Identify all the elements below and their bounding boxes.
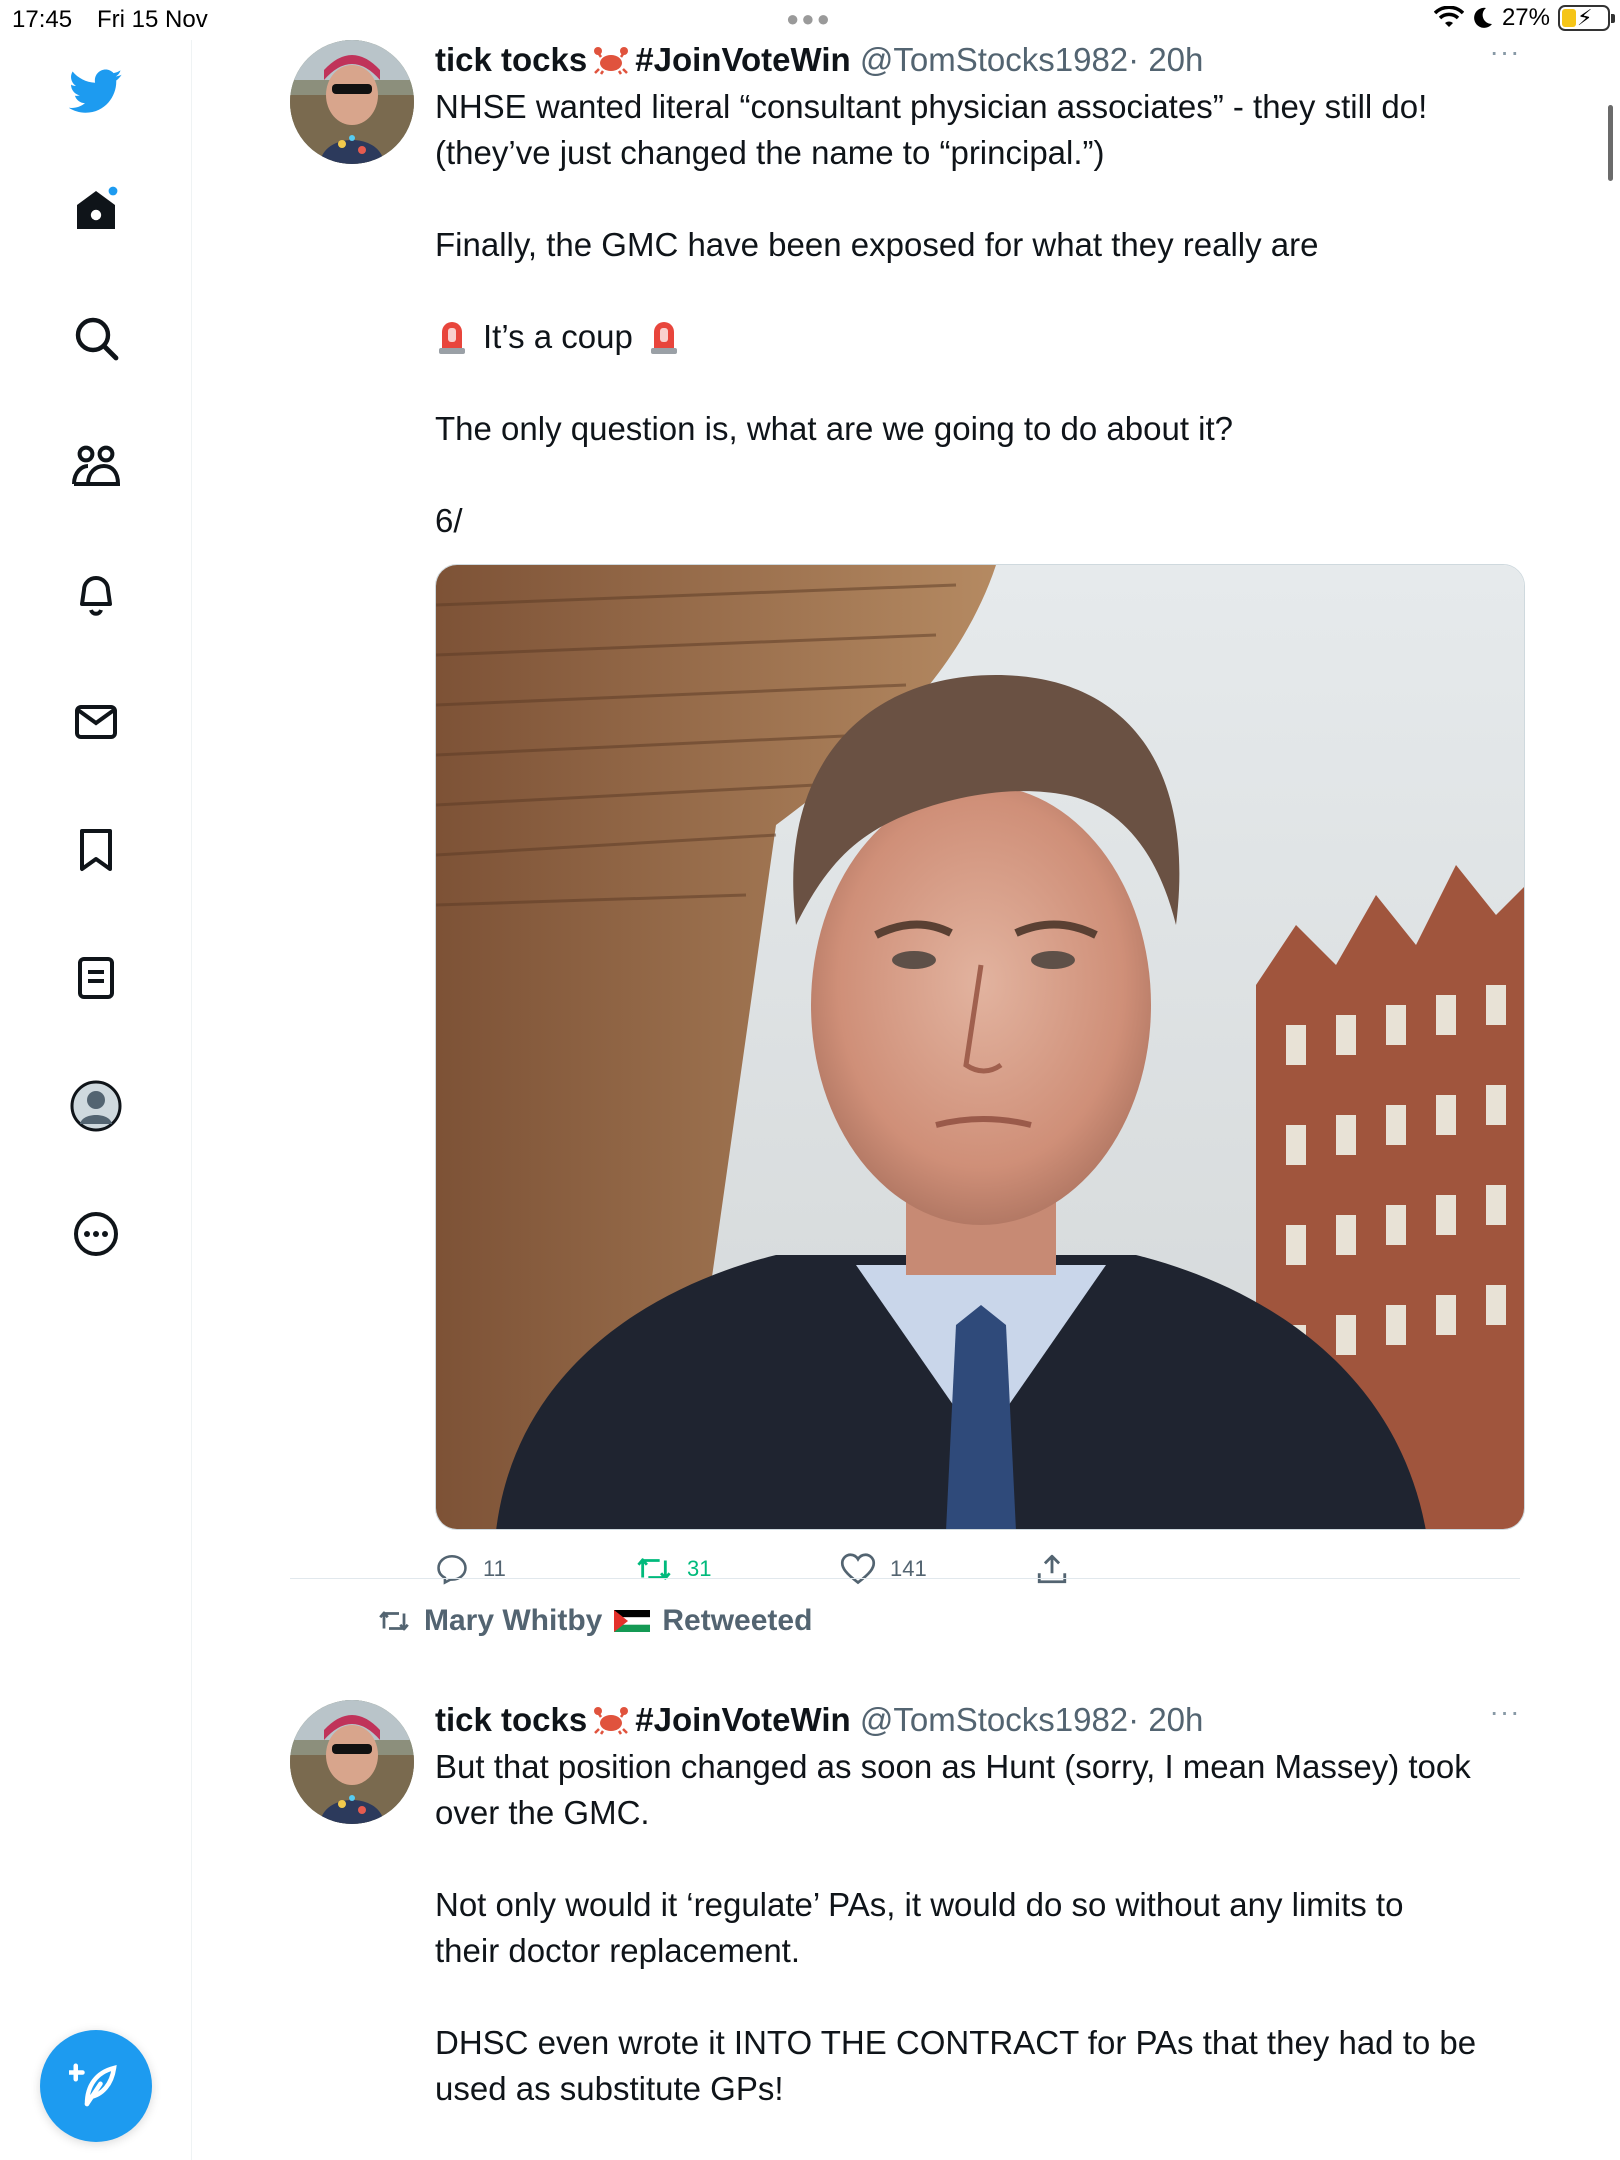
coup-text: It’s a coup bbox=[483, 318, 633, 355]
status-time: 17:45 bbox=[12, 6, 73, 33]
tweet-header: tick tocks #JoinVoteWin @TomStocks1982· 2… bbox=[435, 1700, 1525, 1740]
tweet-text-line: (they’ve just changed the name to “princ… bbox=[435, 134, 1105, 171]
notifications-bell-icon[interactable] bbox=[66, 564, 126, 624]
wifi-icon bbox=[1433, 6, 1464, 27]
tweet-text-line: NHSE wanted literal “consultant physicia… bbox=[435, 88, 1428, 125]
tweet-time[interactable]: · 20h bbox=[1128, 1701, 1203, 1738]
tweet-image[interactable] bbox=[435, 564, 1525, 1530]
author-hashtag[interactable]: #JoinVoteWin bbox=[635, 41, 850, 78]
tweet-text-line: their doctor replacement. bbox=[435, 1932, 801, 1969]
retweeted-by-line[interactable]: Mary Whitby Retweeted bbox=[376, 1604, 812, 1638]
author-name[interactable]: tick tocks bbox=[435, 41, 587, 78]
lists-icon[interactable] bbox=[66, 948, 126, 1008]
search-icon[interactable] bbox=[66, 308, 126, 368]
bookmark-icon[interactable] bbox=[66, 820, 126, 880]
tweet-more-icon[interactable]: ··· bbox=[1485, 38, 1525, 68]
tweet-text-line: over the GMC. bbox=[435, 1794, 650, 1831]
palestine-flag-icon bbox=[614, 1610, 651, 1632]
avatar[interactable] bbox=[290, 40, 414, 164]
tweet-text-line: used as substitute GPs! bbox=[435, 2070, 784, 2107]
tweet-more-icon[interactable]: ··· bbox=[1485, 1698, 1525, 1728]
like-button[interactable]: 141 bbox=[840, 1552, 927, 1586]
tweet-text-line: DHSC even wrote it INTO THE CONTRACT for… bbox=[435, 2024, 1477, 2061]
tweet[interactable]: tick tocks #JoinVoteWin @TomStocks1982· 2… bbox=[290, 1698, 1520, 2160]
status-bar: 17:45 Fri 15 Nov ●●● 27% ⚡ bbox=[0, 0, 1620, 40]
police-siren-emoji-icon bbox=[650, 322, 677, 354]
retweet-icon bbox=[379, 1611, 409, 1631]
status-right: 27% ⚡ bbox=[1433, 4, 1615, 32]
tweet-actions: 11 31 141 bbox=[435, 1552, 1135, 1592]
author-hashtag[interactable]: #JoinVoteWin bbox=[635, 1701, 850, 1738]
author-handle[interactable]: @TomStocks1982 bbox=[860, 41, 1128, 78]
share-button[interactable] bbox=[1035, 1552, 1069, 1586]
reply-icon bbox=[437, 1554, 467, 1585]
twitter-bird-icon[interactable] bbox=[66, 62, 126, 122]
scrollbar[interactable] bbox=[1608, 105, 1613, 181]
crab-emoji-icon bbox=[594, 47, 629, 75]
tweet-header: tick tocks #JoinVoteWin @TomStocks1982· 2… bbox=[435, 40, 1525, 80]
tweet-text-line: 6/ bbox=[435, 502, 463, 539]
tweet-text-line: But that position changed as soon as Hun… bbox=[435, 1748, 1471, 1785]
tweet[interactable]: tick tocks #JoinVoteWin @TomStocks1982· 2… bbox=[290, 38, 1525, 1585]
tweet-text-line: The only question is, what are we going … bbox=[435, 410, 1234, 447]
compose-button[interactable] bbox=[40, 2030, 152, 2142]
avatar[interactable] bbox=[290, 1700, 414, 1824]
tweet-text: NHSE wanted literal “consultant physicia… bbox=[435, 84, 1525, 544]
status-date: Fri 15 Nov bbox=[97, 6, 208, 33]
communities-icon[interactable] bbox=[66, 436, 126, 496]
tweet-text-line: Finally, the GMC have been exposed for w… bbox=[435, 226, 1319, 263]
tweet-divider bbox=[290, 1578, 1520, 1579]
crab-emoji-icon bbox=[594, 1707, 629, 1735]
tweet-body: tick tocks #JoinVoteWin @TomStocks1982· 2… bbox=[435, 1698, 1525, 2112]
home-icon[interactable] bbox=[66, 180, 126, 240]
tweet-time[interactable]: · 20h bbox=[1128, 41, 1203, 78]
retweeter-name[interactable]: Mary Whitby bbox=[424, 1604, 602, 1638]
more-circle-icon[interactable] bbox=[66, 1204, 126, 1264]
profile-avatar-icon[interactable] bbox=[66, 1076, 126, 1136]
share-icon bbox=[1037, 1554, 1067, 1584]
like-heart-icon bbox=[840, 1553, 876, 1585]
retweet-icon bbox=[637, 1558, 671, 1580]
reply-button[interactable]: 11 bbox=[435, 1552, 506, 1586]
battery-percent: 27% bbox=[1501, 4, 1550, 31]
tweet-text-line: Not only would it ‘regulate’ PAs, it wou… bbox=[435, 1886, 1404, 1923]
do-not-disturb-moon-icon bbox=[1474, 7, 1492, 28]
tweet-text-line: It’s a coup bbox=[435, 314, 1525, 360]
author-handle[interactable]: @TomStocks1982 bbox=[860, 1701, 1128, 1738]
police-siren-emoji-icon bbox=[439, 322, 465, 354]
retweeted-label: Retweeted bbox=[662, 1604, 813, 1637]
tweet-body: tick tocks #JoinVoteWin @TomStocks1982· 2… bbox=[435, 38, 1525, 544]
compose-feather-icon bbox=[69, 2063, 117, 2107]
multitasking-dots-icon[interactable]: ●●● bbox=[786, 6, 832, 32]
sidebar bbox=[0, 40, 192, 2160]
battery-charging-icon: ⚡ bbox=[1558, 5, 1615, 31]
messages-envelope-icon[interactable] bbox=[66, 692, 126, 752]
tweet-text: But that position changed as soon as Hun… bbox=[435, 1744, 1525, 2112]
retweet-button[interactable]: 31 bbox=[635, 1552, 711, 1586]
author-name[interactable]: tick tocks bbox=[435, 1701, 587, 1738]
